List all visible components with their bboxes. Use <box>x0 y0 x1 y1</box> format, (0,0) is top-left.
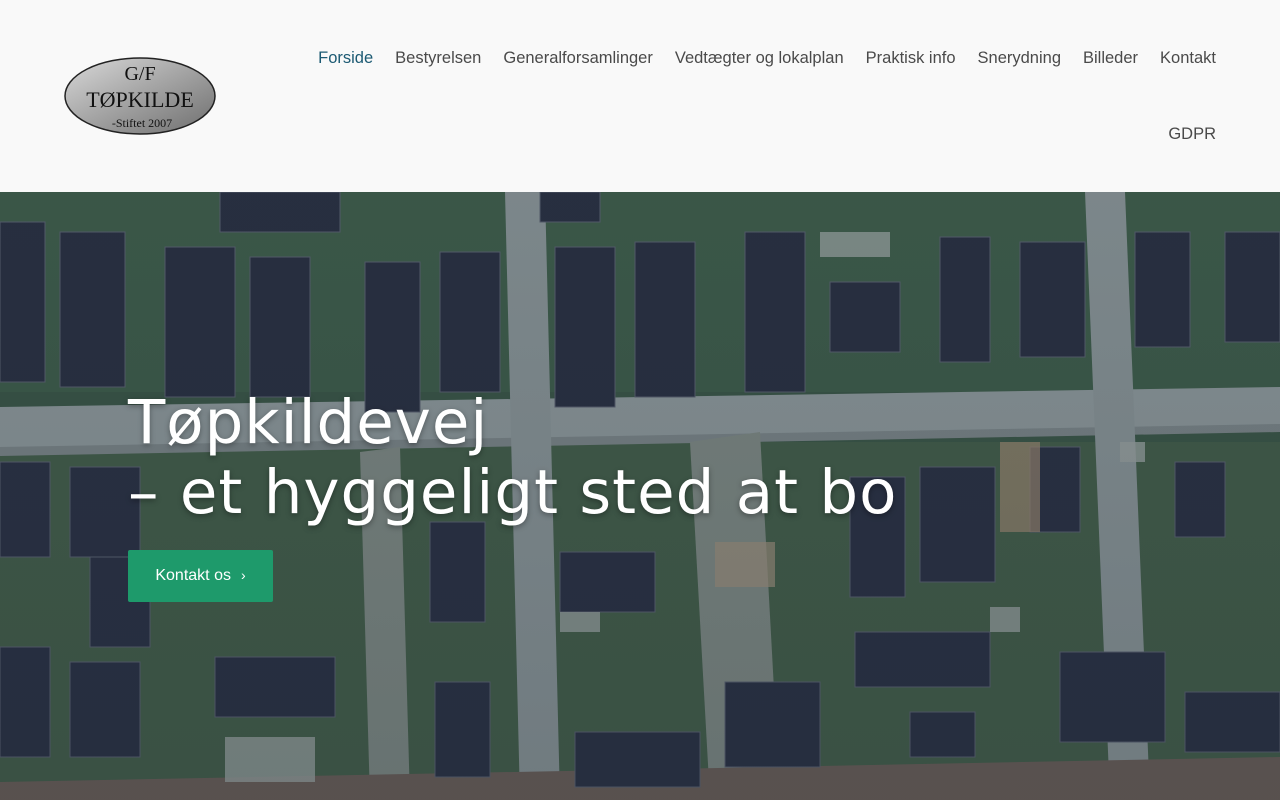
nav-item-forside[interactable]: Forside <box>318 46 373 70</box>
hero-title: Tøpkildevej – et hyggeligt sted at bo <box>128 388 1028 528</box>
contact-us-button[interactable]: Kontakt os › <box>128 550 273 602</box>
logo-text-line2: TØPKILDE <box>86 87 194 112</box>
nav-item-generalforsamlinger[interactable]: Generalforsamlinger <box>503 46 652 70</box>
nav-row: Forside Bestyrelsen Generalforsamlinger … <box>318 46 1216 70</box>
main-nav: Forside Bestyrelsen Generalforsamlinger … <box>270 0 1230 192</box>
site-logo[interactable]: G/F TØPKILDE -Stiftet 2007 <box>62 55 218 137</box>
hero-title-line2: – et hyggeligt sted at bo <box>128 457 898 528</box>
nav-item-snerydning[interactable]: Snerydning <box>978 46 1061 70</box>
site-header: G/F TØPKILDE -Stiftet 2007 Forside Besty… <box>0 0 1280 192</box>
nav-item-vedtaegter[interactable]: Vedtægter og lokalplan <box>675 46 844 70</box>
chevron-right-icon: › <box>240 567 246 583</box>
nav-item-bestyrelsen[interactable]: Bestyrelsen <box>395 46 481 70</box>
nav-row: GDPR <box>1168 122 1216 146</box>
contact-us-button-label: Kontakt os <box>155 567 231 584</box>
nav-item-billeder[interactable]: Billeder <box>1083 46 1138 70</box>
hero-title-line1: Tøpkildevej <box>128 387 489 458</box>
logo-text-line1: G/F <box>124 63 155 85</box>
hero-section: Tøpkildevej – et hyggeligt sted at bo Ko… <box>0 192 1280 800</box>
nav-item-gdpr[interactable]: GDPR <box>1168 122 1216 146</box>
logo-emblem: G/F TØPKILDE -Stiftet 2007 <box>64 57 216 135</box>
logo-text-line3: -Stiftet 2007 <box>112 116 172 130</box>
nav-item-kontakt[interactable]: Kontakt <box>1160 46 1216 70</box>
nav-item-praktisk-info[interactable]: Praktisk info <box>866 46 956 70</box>
